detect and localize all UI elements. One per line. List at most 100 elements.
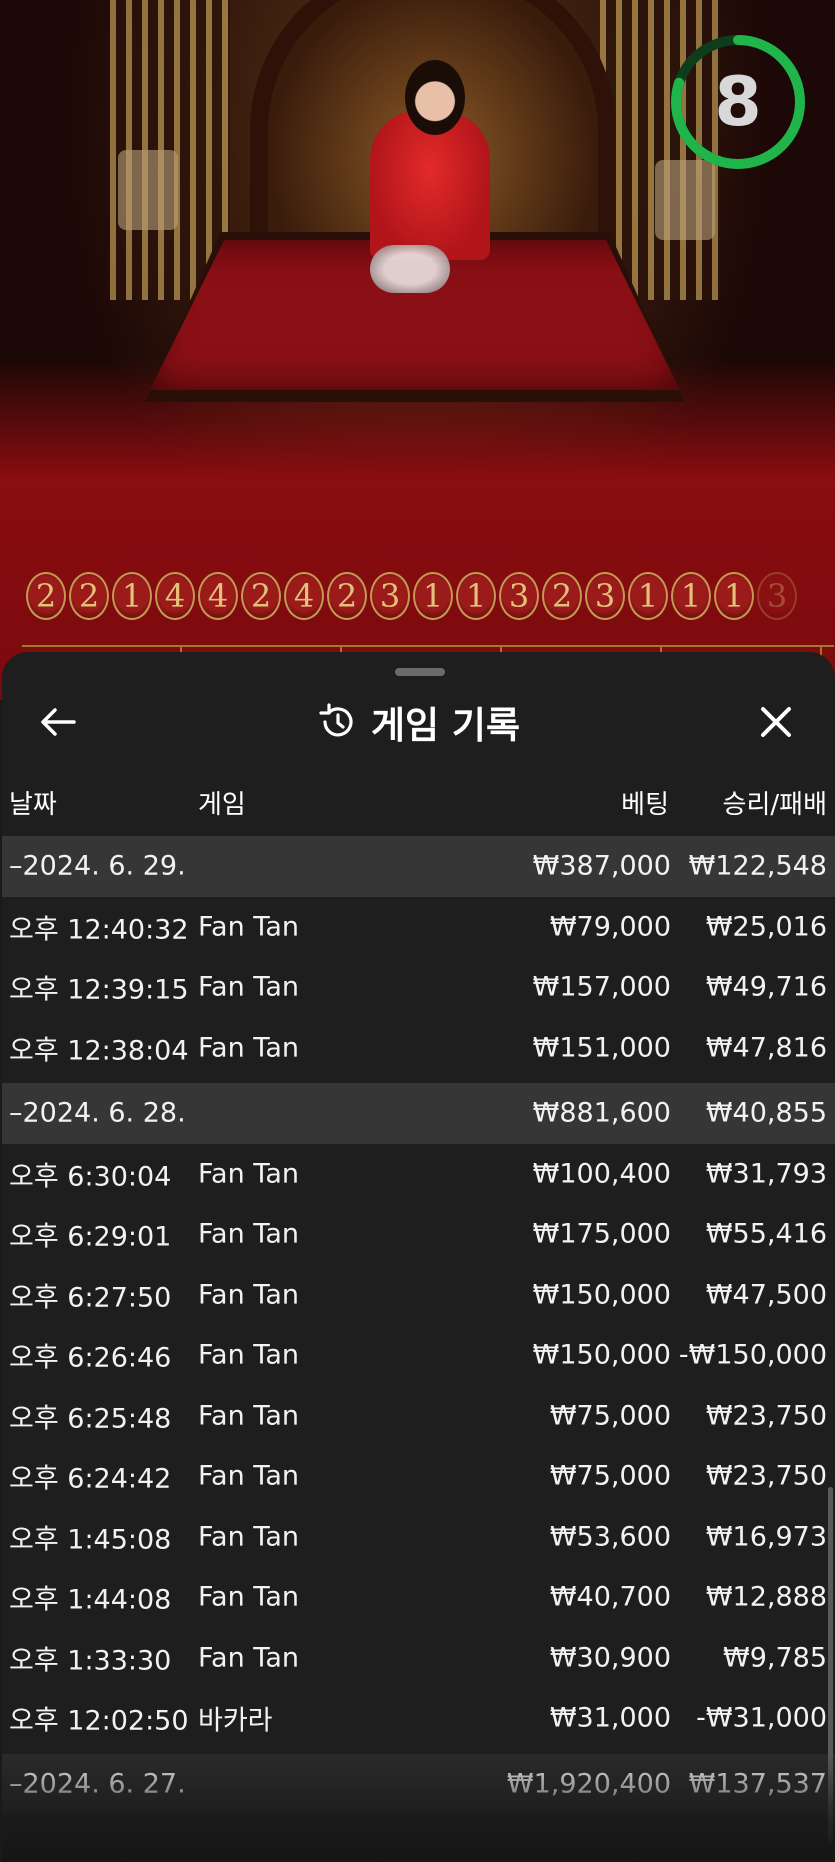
row-game: Fan Tan	[198, 1339, 299, 1371]
history-row[interactable]: 오후 12:02:50 바카라 ₩31,000 -₩31,000	[2, 1688, 835, 1749]
result-history-item: 3	[757, 572, 797, 620]
result-history-item: 1	[714, 572, 754, 620]
row-bet: ₩75,000	[549, 1460, 671, 1492]
row-time: 오후 12:38:04	[9, 1035, 189, 1067]
history-row[interactable]: 오후 1:45:08 Fan Tan ₩53,600 ₩16,973	[2, 1507, 835, 1568]
sheet-drag-handle[interactable]	[395, 668, 445, 676]
result-history-item: 3	[585, 572, 625, 620]
date-group-row[interactable]: –2024. 6. 27. ₩1,920,400 ₩137,537	[2, 1753, 835, 1814]
group-bet-total: ₩881,600	[532, 1097, 671, 1129]
row-bet: ₩175,000	[532, 1218, 671, 1250]
row-game: Fan Tan	[198, 1218, 299, 1250]
close-icon	[761, 707, 791, 737]
result-history-item: 2	[26, 572, 66, 620]
history-row[interactable]: 오후 12:39:15 Fan Tan ₩157,000 ₩49,716	[2, 957, 835, 1018]
decor-vase-left	[118, 150, 178, 230]
row-game: Fan Tan	[198, 1642, 299, 1674]
row-result: ₩9,785	[723, 1642, 827, 1674]
row-time: 오후 6:24:42	[9, 1463, 172, 1495]
result-history-item: 1	[413, 572, 453, 620]
row-result: ₩16,973	[705, 1521, 827, 1553]
row-bet: ₩100,400	[532, 1158, 671, 1190]
row-time: 오후 12:39:15	[9, 974, 189, 1006]
row-bet: ₩151,000	[532, 1032, 671, 1064]
history-table: –2024. 6. 29. ₩387,000 ₩122,548 오후 12:40:32…	[2, 836, 835, 1814]
row-result: -₩150,000	[678, 1339, 827, 1371]
bead-bowl	[370, 245, 450, 293]
row-bet: ₩53,600	[549, 1521, 671, 1553]
column-header-date: 날짜	[9, 790, 57, 820]
date-group-row[interactable]: –2024. 6. 28. ₩881,600 ₩40,855	[2, 1083, 835, 1144]
dealer-head	[405, 60, 465, 135]
result-history-item: 3	[499, 572, 539, 620]
group-date: –2024. 6. 27.	[9, 1768, 186, 1800]
row-game: Fan Tan	[198, 1158, 299, 1190]
history-row[interactable]: 오후 6:26:46 Fan Tan ₩150,000 -₩150,000	[2, 1325, 835, 1386]
result-history-item: 1	[112, 572, 152, 620]
history-row[interactable]: 오후 6:27:50 Fan Tan ₩150,000 ₩47,500	[2, 1265, 835, 1326]
history-row[interactable]: 오후 1:33:30 Fan Tan ₩30,900 ₩9,785	[2, 1628, 835, 1689]
row-time: 오후 6:26:46	[9, 1342, 172, 1374]
row-result: ₩31,793	[705, 1158, 827, 1190]
column-header-game: 게임	[198, 790, 246, 820]
live-video-feed: 8 221442423113231113	[0, 0, 835, 700]
row-result: ₩25,016	[705, 911, 827, 943]
close-button[interactable]	[754, 700, 798, 744]
scrollbar[interactable]	[828, 1487, 833, 1842]
result-history-item: 4	[198, 572, 238, 620]
row-result: ₩23,750	[705, 1400, 827, 1432]
history-row[interactable]: 오후 12:40:32 Fan Tan ₩79,000 ₩25,016	[2, 897, 835, 958]
row-bet: ₩30,900	[549, 1642, 671, 1674]
result-history-item: 2	[327, 572, 367, 620]
history-row[interactable]: 오후 6:24:42 Fan Tan ₩75,000 ₩23,750	[2, 1446, 835, 1507]
history-row[interactable]: 오후 12:38:04 Fan Tan ₩151,000 ₩47,816	[2, 1018, 835, 1079]
row-game: Fan Tan	[198, 1460, 299, 1492]
row-game: Fan Tan	[198, 911, 299, 943]
row-time: 오후 6:25:48	[9, 1403, 172, 1435]
row-time: 오후 1:44:08	[9, 1584, 172, 1616]
group-bet-total: ₩387,000	[532, 850, 671, 882]
countdown-timer: 8	[668, 32, 808, 172]
history-row[interactable]: 오후 6:29:01 Fan Tan ₩175,000 ₩55,416	[2, 1204, 835, 1265]
group-date: –2024. 6. 28.	[9, 1097, 186, 1129]
history-row[interactable]: 오후 1:44:08 Fan Tan ₩40,700 ₩12,888	[2, 1567, 835, 1628]
group-result-total: ₩40,855	[705, 1097, 827, 1129]
result-history-item: 1	[671, 572, 711, 620]
sheet-title: 게임 기록	[370, 704, 521, 747]
group-date: –2024. 6. 29.	[9, 850, 186, 882]
result-history-item: 1	[628, 572, 668, 620]
result-history-item: 1	[456, 572, 496, 620]
row-result: ₩49,716	[705, 971, 827, 1003]
history-row[interactable]: 오후 6:30:04 Fan Tan ₩100,400 ₩31,793	[2, 1144, 835, 1205]
row-bet: ₩157,000	[532, 971, 671, 1003]
row-time: 오후 6:27:50	[9, 1282, 172, 1314]
row-result: ₩12,888	[705, 1581, 827, 1613]
group-result-total: ₩122,548	[688, 850, 827, 882]
row-result: ₩23,750	[705, 1460, 827, 1492]
row-game: Fan Tan	[198, 1581, 299, 1613]
result-history-item: 3	[370, 572, 410, 620]
row-result: ₩47,816	[705, 1032, 827, 1064]
row-bet: ₩150,000	[532, 1339, 671, 1371]
row-time: 오후 12:40:32	[9, 914, 189, 946]
group-result-total: ₩137,537	[688, 1768, 827, 1800]
row-game: 바카라	[198, 1705, 273, 1737]
row-result: ₩55,416	[705, 1218, 827, 1250]
row-bet: ₩40,700	[549, 1581, 671, 1613]
history-icon	[319, 703, 353, 737]
history-row[interactable]: 오후 6:25:48 Fan Tan ₩75,000 ₩23,750	[2, 1386, 835, 1447]
column-header-result: 승리/패배	[722, 790, 827, 820]
date-group-row[interactable]: –2024. 6. 29. ₩387,000 ₩122,548	[2, 836, 835, 897]
result-history-item: 4	[155, 572, 195, 620]
result-history-item: 4	[284, 572, 324, 620]
sheet-header: 게임 기록	[2, 692, 835, 752]
row-game: Fan Tan	[198, 1279, 299, 1311]
row-game: Fan Tan	[198, 1032, 299, 1064]
row-time: 오후 6:30:04	[9, 1161, 172, 1193]
row-game: Fan Tan	[198, 971, 299, 1003]
back-button[interactable]	[36, 700, 80, 744]
row-result: ₩47,500	[705, 1279, 827, 1311]
result-history-item: 2	[241, 572, 281, 620]
game-history-sheet: 게임 기록 날짜 게임 베팅 승리/패배 –2024. 6. 29. ₩387,0…	[2, 652, 835, 1862]
result-history-item: 2	[542, 572, 582, 620]
